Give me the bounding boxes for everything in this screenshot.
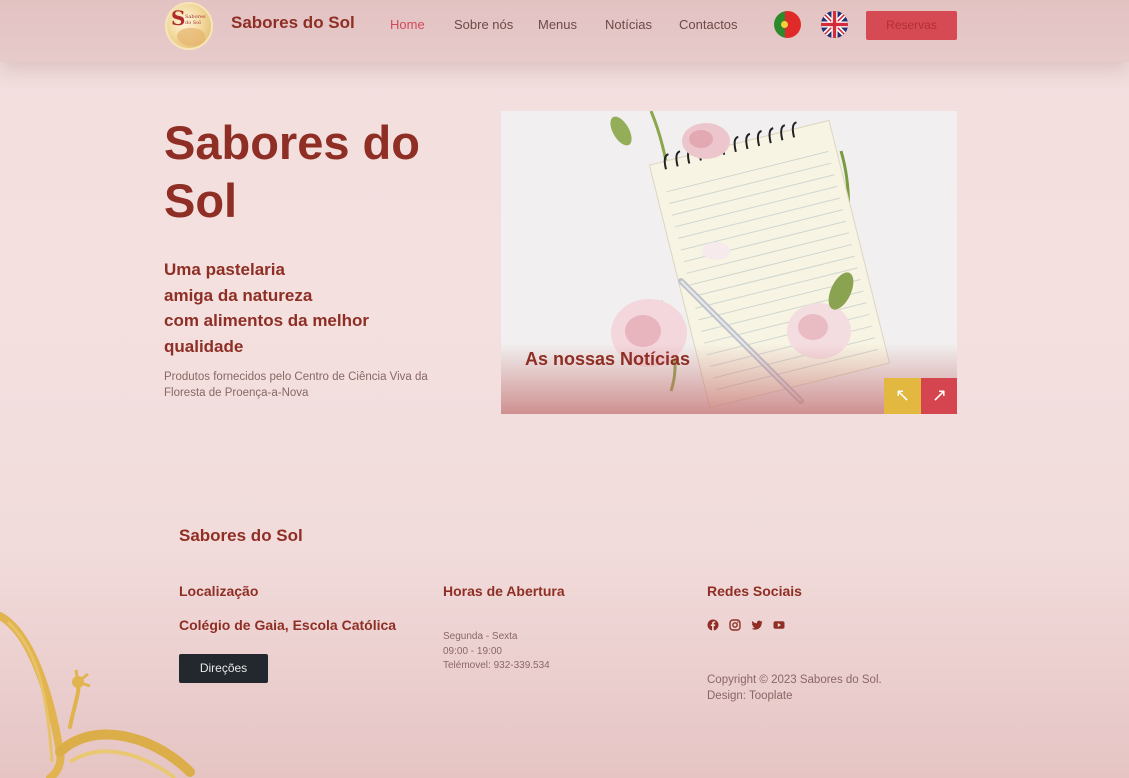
phone-number: Telémovel: 932-339.534 bbox=[443, 660, 550, 671]
tagline-line: com alimentos da melhor bbox=[164, 311, 369, 330]
nav-home[interactable]: Home bbox=[390, 17, 425, 32]
directions-button[interactable]: Direções bbox=[179, 654, 268, 683]
twitter-icon[interactable] bbox=[751, 619, 763, 631]
footer-brand: Sabores do Sol bbox=[179, 526, 303, 545]
brand-name[interactable]: Sabores do Sol bbox=[231, 13, 355, 33]
uk-flag-icon[interactable] bbox=[821, 11, 848, 38]
hero-title: Sabores do Sol bbox=[164, 116, 420, 227]
youtube-icon[interactable] bbox=[773, 619, 785, 631]
hero-tagline: Uma pastelaria amiga da natureza com ali… bbox=[164, 257, 424, 359]
arrow-up-left-icon: ↖ bbox=[894, 385, 911, 406]
location-heading: Localização bbox=[179, 583, 259, 599]
arrow-up-right-icon: ↗ bbox=[931, 385, 948, 406]
hours-days: Segunda - Sexta bbox=[443, 631, 518, 642]
design-credit[interactable]: Design: Tooplate bbox=[707, 688, 882, 704]
news-title[interactable]: As nossas Notícias bbox=[525, 349, 690, 370]
tagline-line: Uma pastelaria bbox=[164, 260, 285, 279]
news-carousel[interactable]: As nossas Notícias ↖ ↗ bbox=[501, 111, 957, 414]
location-text: Colégio de Gaia, Escola Católica bbox=[179, 617, 397, 633]
reservas-button[interactable]: Reservas bbox=[866, 11, 957, 40]
hours-heading: Horas de Abertura bbox=[443, 583, 565, 599]
tagline-line: qualidade bbox=[164, 336, 244, 356]
nav-menus[interactable]: Menus bbox=[538, 17, 577, 32]
carousel-prev-button[interactable]: ↖ bbox=[884, 378, 921, 414]
nav-noticias[interactable]: Notícias bbox=[605, 17, 652, 32]
nav-sobre-nos[interactable]: Sobre nós bbox=[454, 17, 513, 32]
portugal-flag-icon[interactable] bbox=[774, 11, 801, 38]
site-header: S Sabores do Sol Sabores do Sol Home Sob… bbox=[0, 0, 1129, 62]
hours-time: 09:00 - 19:00 bbox=[443, 645, 502, 657]
nav-contactos[interactable]: Contactos bbox=[679, 17, 738, 32]
logo-flower-graphic bbox=[177, 28, 205, 46]
facebook-icon[interactable] bbox=[707, 619, 719, 631]
opening-hours: Segunda - Sexta 09:00 - 19:00 Telémovel:… bbox=[443, 630, 550, 674]
carousel-next-button[interactable]: ↗ bbox=[921, 378, 957, 414]
social-heading: Redes Sociais bbox=[707, 583, 802, 599]
logo-letter: S bbox=[171, 6, 186, 30]
logo-small-text: Sabores do Sol bbox=[185, 14, 206, 26]
copyright: Copyright © 2023 Sabores do Sol. Design:… bbox=[707, 672, 882, 704]
copyright-text: Copyright © 2023 Sabores do Sol. bbox=[707, 674, 882, 686]
tagline-line: amiga da natureza bbox=[164, 285, 313, 305]
decorative-plant-graphic bbox=[0, 612, 195, 778]
instagram-icon[interactable] bbox=[729, 619, 741, 631]
hero-subtitle: Produtos fornecidos pelo Centro de Ciênc… bbox=[164, 371, 428, 399]
logo[interactable]: S Sabores do Sol bbox=[165, 2, 213, 50]
